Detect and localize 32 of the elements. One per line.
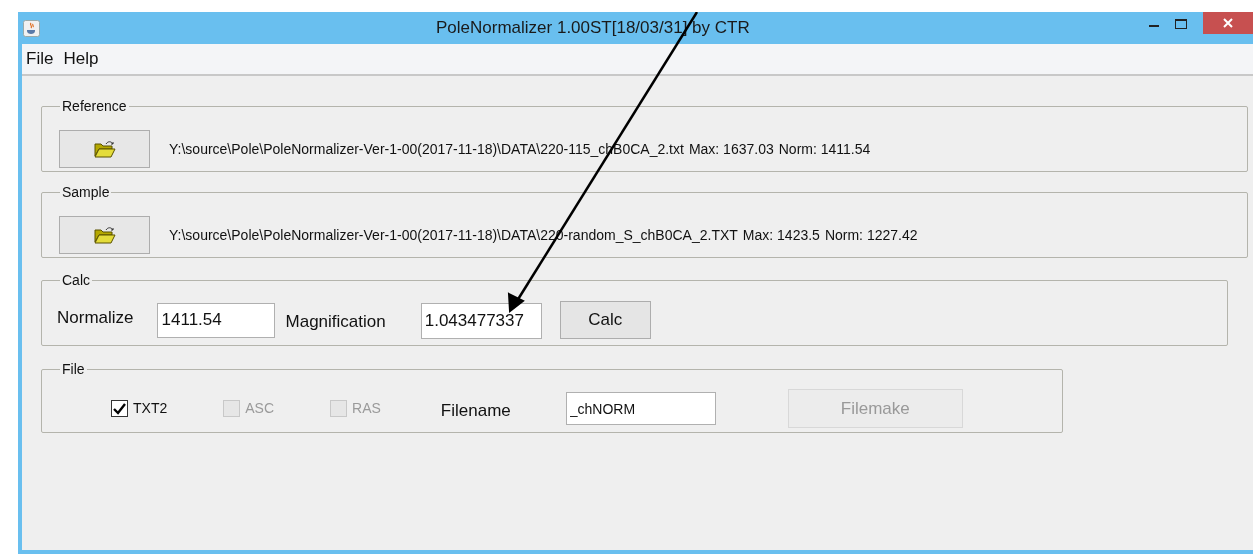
norm-value: Norm: 1411.54 [778,139,871,159]
group-title: Reference [61,97,128,116]
close-icon [1223,18,1233,28]
max-value: Max: 1423.5 [742,225,820,245]
normalize-field[interactable]: 1411.54 [156,302,275,338]
norm-value: Norm: 1227.42 [824,225,918,245]
close-button[interactable] [1203,12,1253,34]
group-title: File [61,360,86,379]
window-title: PoleNormalizer 1.00ST[18/03/31] by CTR [436,17,750,40]
checkbox-label: TXT2 [133,399,168,418]
menu-item[interactable]: File [24,46,56,72]
normalize-label: Normalize [57,307,134,330]
java-cup-icon [23,19,40,37]
group-title: Sample [61,183,111,202]
filemake-button: Filemake [787,389,963,428]
maximize-icon[interactable] [1175,19,1187,29]
open-file-button[interactable] [59,216,150,254]
checkbox-label: RAS [352,399,381,418]
magnification-field[interactable]: 1.043477337 [420,303,542,339]
menu-item[interactable]: Help [61,46,101,72]
magnification-label: Magnification [285,311,386,334]
minimize-icon[interactable] [1149,25,1159,28]
calc-button[interactable]: Calc [559,301,651,339]
folder-icon [93,226,116,244]
folder-icon [93,140,116,158]
checkbox-label: ASC [245,399,275,418]
filename-label: Filename [440,399,511,422]
checkbox[interactable] [111,400,128,417]
filename-field[interactable]: _chNORM [565,392,716,425]
group-title: Calc [61,271,91,290]
max-value: Max: 1637.03 [688,139,774,159]
open-file-button[interactable] [59,130,150,168]
